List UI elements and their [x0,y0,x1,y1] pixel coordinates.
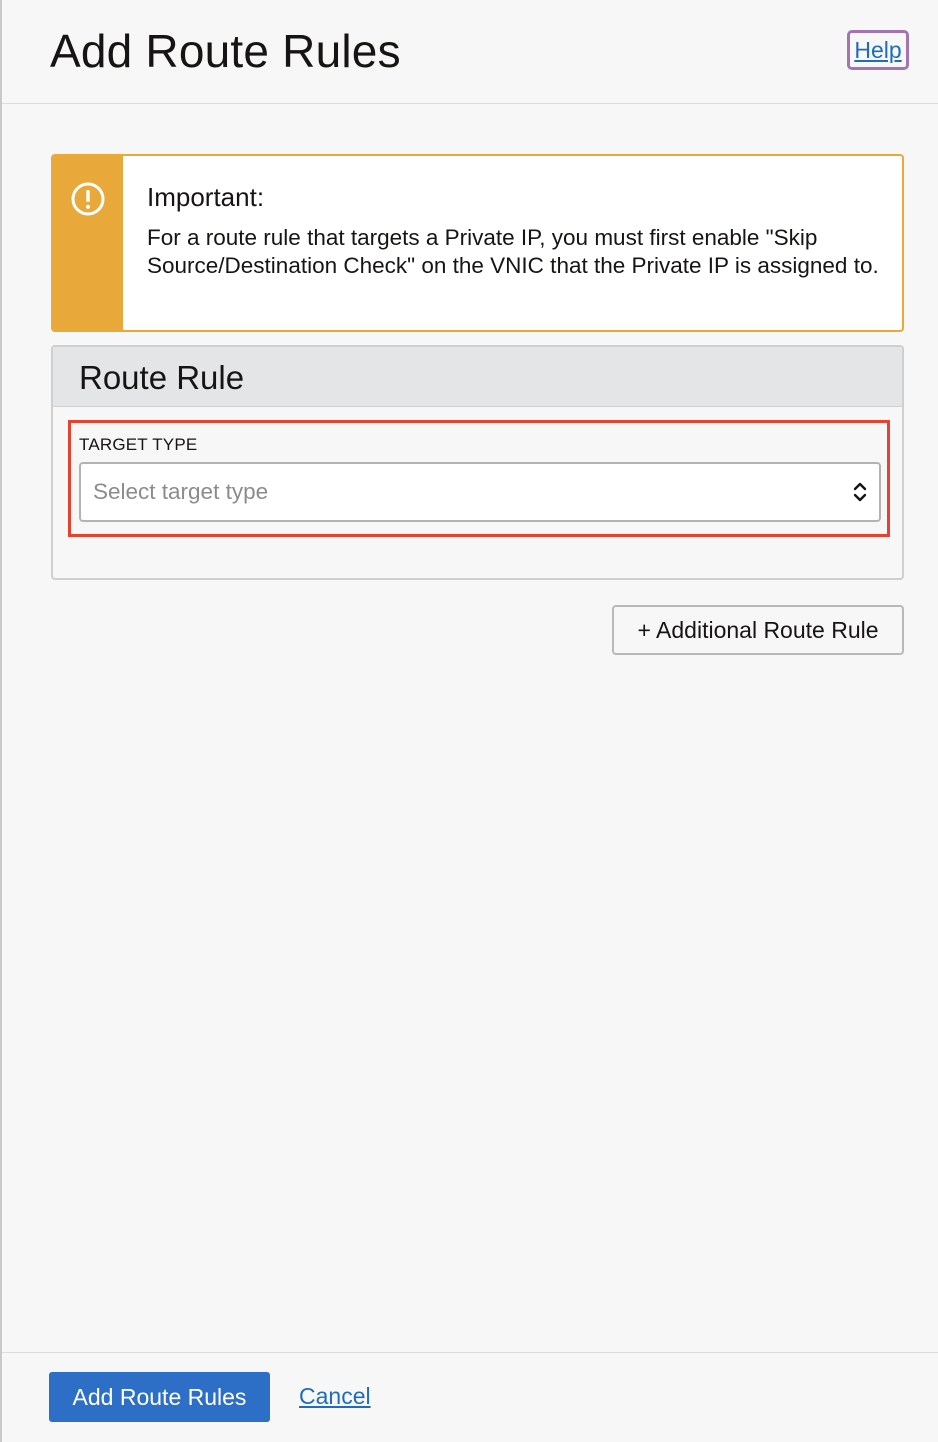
alert-title: Important: [147,182,265,212]
route-rule-card: Route Rule TARGET TYPE Select target typ… [51,345,904,580]
target-type-highlight: TARGET TYPE Select target type [68,420,890,537]
target-type-select[interactable]: Select target type [79,462,881,522]
route-rule-header: Route Rule [53,347,902,407]
alert-message: For a route rule that targets a Private … [147,225,879,278]
target-type-label: TARGET TYPE [79,435,198,454]
help-link[interactable]: Help [847,30,909,70]
exclamation-circle-icon [71,182,105,216]
panel-footer: Add Route Rules Cancel [2,1352,938,1442]
select-chevrons-icon [853,482,867,502]
add-route-rules-panel: Add Route Rules Help Important: For a ro… [0,0,938,1442]
route-rule-title: Route Rule [79,359,245,396]
panel-header: Add Route Rules Help [2,0,938,104]
add-route-rules-button[interactable]: Add Route Rules [49,1372,270,1422]
cancel-link[interactable]: Cancel [299,1383,371,1410]
target-type-placeholder: Select target type [93,479,269,504]
page-title: Add Route Rules [50,25,401,77]
alert-accent-bar [53,156,123,330]
additional-route-rule-button[interactable]: + Additional Route Rule [612,605,904,655]
important-alert: Important: For a route rule that targets… [51,154,904,332]
